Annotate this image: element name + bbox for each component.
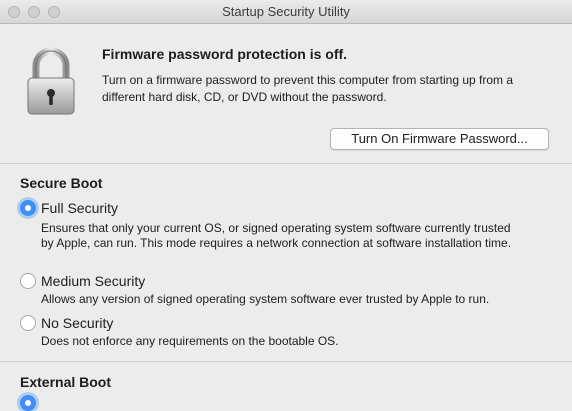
- full-security-radio[interactable]: [20, 200, 36, 216]
- external-boot-radio[interactable]: [20, 395, 36, 411]
- medium-security-description: Allows any version of signed operating s…: [41, 292, 490, 306]
- firmware-status-heading: Firmware password protection is off.: [102, 46, 348, 62]
- no-security-description: Does not enforce any requirements on the…: [41, 334, 339, 348]
- full-security-description: Ensures that only your current OS, or si…: [41, 221, 512, 250]
- title-bar: Startup Security Utility: [0, 0, 572, 24]
- no-security-radio[interactable]: [20, 315, 36, 331]
- turn-on-firmware-password-button[interactable]: Turn On Firmware Password...: [330, 128, 549, 150]
- window-content: Firmware password protection is off. Tur…: [0, 24, 572, 411]
- firmware-description: Turn on a firmware password to prevent t…: [102, 73, 514, 104]
- medium-security-label[interactable]: Medium Security: [41, 273, 145, 289]
- divider: [0, 361, 572, 362]
- full-security-label[interactable]: Full Security: [41, 200, 118, 216]
- lock-icon: [27, 47, 75, 115]
- medium-security-radio[interactable]: [20, 273, 36, 289]
- window-title: Startup Security Utility: [222, 4, 350, 19]
- secure-boot-title: Secure Boot: [20, 175, 103, 191]
- divider: [0, 163, 572, 164]
- external-boot-title: External Boot: [20, 374, 112, 390]
- no-security-label[interactable]: No Security: [41, 315, 113, 331]
